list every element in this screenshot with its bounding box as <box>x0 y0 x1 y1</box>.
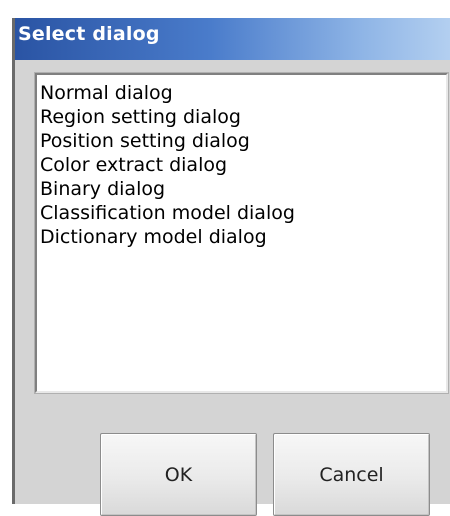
dialog-title: Select dialog <box>18 23 160 45</box>
list-item-region-setting-dialog[interactable]: Region setting dialog <box>40 105 446 129</box>
list-item-binary-dialog[interactable]: Binary dialog <box>40 177 446 201</box>
list-item-dictionary-model-dialog[interactable]: Dictionary model dialog <box>40 225 446 249</box>
list-item-classification-model-dialog[interactable]: Classification model dialog <box>40 201 446 225</box>
list-item-position-setting-dialog[interactable]: Position setting dialog <box>40 129 446 153</box>
list-item-normal-dialog[interactable]: Normal dialog <box>40 81 446 105</box>
select-dialog-window: Select dialog Normal dialog Region setti… <box>12 18 450 516</box>
list-item-color-extract-dialog[interactable]: Color extract dialog <box>40 153 446 177</box>
dialog-type-listbox[interactable]: Normal dialog Region setting dialog Posi… <box>34 72 449 394</box>
dialog-titlebar[interactable]: Select dialog <box>15 18 450 60</box>
dialog-type-list: Normal dialog Region setting dialog Posi… <box>37 75 446 249</box>
